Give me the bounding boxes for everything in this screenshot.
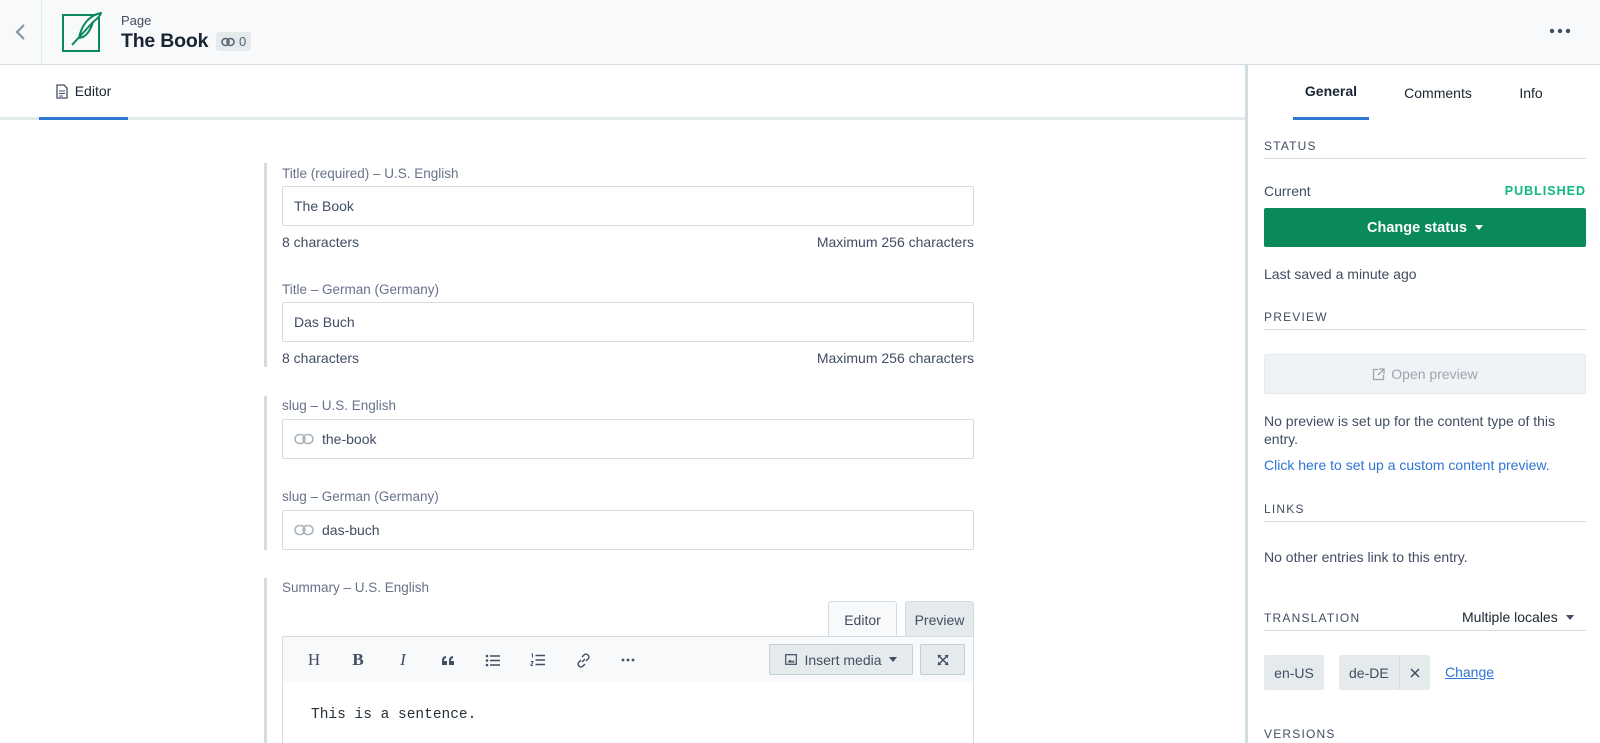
image-icon [785,654,798,665]
locale-mode-label: Multiple locales [1462,609,1558,625]
caret-down-icon [1474,225,1483,230]
title-de-max: Maximum 256 characters [816,350,974,366]
title-en-input[interactable]: The Book [282,186,974,226]
field-group-bar [264,578,267,743]
markdown-textarea[interactable]: This is a sentence. [282,682,974,743]
more-icon[interactable] [617,649,639,671]
slug-de-value: das-buch [322,522,380,538]
expand-icon [937,654,948,665]
field-group-bar [264,396,267,550]
link-icon [294,433,314,445]
caret-down-icon [1565,614,1574,620]
field-group-bar [264,163,267,367]
close-icon [1409,667,1420,678]
title-de-input[interactable]: Das Buch [282,302,974,342]
title-de-char-count: 8 characters [282,350,360,366]
tab-general[interactable]: General [1293,65,1369,120]
locale-pill-de-de: de-DE [1339,655,1430,690]
locale-pill-en-us: en-US [1264,655,1324,690]
last-saved-text: Last saved a minute ago [1264,266,1417,282]
tab-editor-label: Editor [74,83,112,99]
more-actions-button[interactable] [1546,20,1574,42]
bold-icon[interactable]: B [347,649,369,671]
slug-de-label: slug – German (Germany) [282,489,439,504]
markdown-preview-tab[interactable]: Preview [905,601,974,637]
status-heading: STATUS [1264,139,1586,159]
change-locales-link[interactable]: Change [1445,664,1494,680]
link-icon[interactable] [572,649,594,671]
back-button[interactable] [0,0,42,64]
sidebar-divider [1245,65,1248,743]
locale-pill-label: de-DE [1349,664,1389,681]
change-status-label: Change status [1367,219,1467,236]
remove-locale-button[interactable] [1399,655,1429,690]
summary-en-label: Summary – U.S. English [282,580,430,595]
caret-down-icon [888,657,897,662]
change-status-button[interactable]: Change status [1264,208,1586,247]
versions-heading: VERSIONS [1264,727,1336,741]
slug-de-input[interactable]: das-buch [282,510,974,550]
heading-icon[interactable]: H [303,649,325,671]
title-en-label: Title (required) – U.S. English [282,166,459,181]
markdown-content: This is a sentence. [311,707,477,723]
slug-en-label: slug – U.S. English [282,398,397,413]
more-horizontal-icon [1549,28,1571,34]
chevron-left-icon [15,24,25,40]
numbered-list-icon[interactable] [527,649,549,671]
external-link-icon [1373,367,1385,380]
quote-icon[interactable] [437,649,459,671]
locale-mode-select[interactable]: Multiple locales [1462,609,1574,625]
tab-editor[interactable]: Editor [39,65,128,120]
setup-preview-link[interactable]: Click here to set up a custom content pr… [1264,457,1550,473]
open-preview-button[interactable]: Open preview [1264,354,1586,394]
feather-icon [62,12,102,52]
fullscreen-button[interactable] [920,644,965,675]
tab-comments[interactable]: Comments [1395,65,1481,120]
insert-media-label: Insert media [804,651,882,668]
editor-tabbar: Editor [0,65,1246,120]
tab-info[interactable]: Info [1503,65,1559,120]
link-count: 0 [239,34,247,49]
document-icon [56,83,68,99]
markdown-toolbar: H B I Insert media [282,636,974,683]
locale-pill-label: en-US [1274,664,1314,681]
preview-heading: PREVIEW [1264,310,1586,330]
markdown-editor-tab[interactable]: Editor [828,601,897,637]
slug-en-value: the-book [322,431,377,447]
bullet-list-icon[interactable] [482,649,504,671]
preview-note: No preview is set up for the content typ… [1264,413,1556,447]
links-note: No other entries link to this entry. [1264,549,1468,565]
title-en-max: Maximum 256 characters [816,234,974,250]
open-preview-label: Open preview [1391,366,1478,382]
insert-media-button[interactable]: Insert media [769,644,913,675]
slug-en-input[interactable]: the-book [282,419,974,459]
status-badge: PUBLISHED [1504,184,1586,198]
title-de-label: Title – German (Germany) [282,282,440,297]
incoming-links-badge[interactable]: 0 [216,32,252,51]
links-heading: LINKS [1264,502,1586,522]
link-icon [221,37,235,46]
entry-header: Page The Book 0 [0,0,1600,65]
title-en-char-count: 8 characters [282,234,360,250]
link-icon [294,524,314,536]
page-title: The Book [121,30,209,52]
current-status-label: Current [1264,183,1311,199]
italic-icon[interactable]: I [392,649,414,671]
entry-type-label: Page [121,13,152,28]
